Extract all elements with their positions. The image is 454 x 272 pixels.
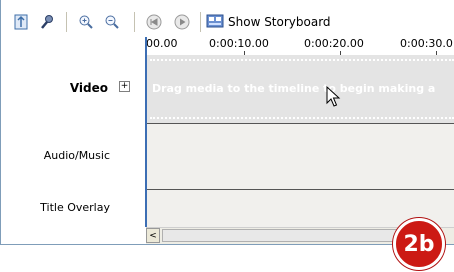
video-track-label: Video [69, 81, 108, 95]
audio-levels-icon[interactable] [37, 12, 57, 32]
ruler-label: 00.00 [146, 37, 178, 50]
zoom-out-icon[interactable] [102, 12, 122, 32]
timeline-area[interactable]: Drag media to the timeline to begin maki… [146, 55, 454, 227]
rewind-icon[interactable] [144, 12, 164, 32]
title-overlay-track-label: Title Overlay [40, 201, 110, 214]
ruler-label: 0:00:30.0 [400, 37, 453, 50]
play-icon[interactable] [172, 12, 192, 32]
timeline-ruler[interactable]: 00.00 0:00:10.00 0:00:20.00 0:00:30.0 [146, 37, 454, 56]
timeline-playhead[interactable] [145, 37, 147, 227]
step-badge: 2b [393, 218, 445, 270]
storyboard-icon [206, 13, 224, 32]
audio-music-track[interactable] [146, 124, 454, 189]
toolbar-separator [134, 12, 135, 32]
ruler-label: 0:00:20.00 [304, 37, 364, 50]
timeline-window: Show Storyboard 00.00 0:00:10.00 0:00:20… [0, 0, 454, 245]
video-track-hint: Drag media to the timeline to begin maki… [152, 82, 436, 95]
video-track-border [150, 59, 454, 61]
zoom-in-icon[interactable] [76, 12, 96, 32]
track-labels: Video + Audio/Music Title Overlay [0, 55, 146, 227]
ruler-label: 0:00:10.00 [209, 37, 269, 50]
expand-video-button[interactable]: + [119, 81, 130, 92]
timeline-toolbar: Show Storyboard [0, 0, 454, 40]
narration-icon[interactable] [11, 12, 31, 32]
show-storyboard-button[interactable]: Show Storyboard [206, 12, 331, 32]
video-track-border [150, 117, 454, 119]
mouse-cursor-icon [326, 85, 342, 111]
toolbar-separator [66, 12, 67, 32]
scroll-thumb[interactable] [162, 229, 402, 242]
scroll-left-button[interactable]: < [146, 228, 160, 243]
audio-music-track-label: Audio/Music [43, 149, 110, 162]
toolbar-separator [200, 12, 201, 32]
video-track[interactable]: Drag media to the timeline to begin maki… [146, 55, 454, 123]
show-storyboard-label: Show Storyboard [228, 15, 331, 29]
